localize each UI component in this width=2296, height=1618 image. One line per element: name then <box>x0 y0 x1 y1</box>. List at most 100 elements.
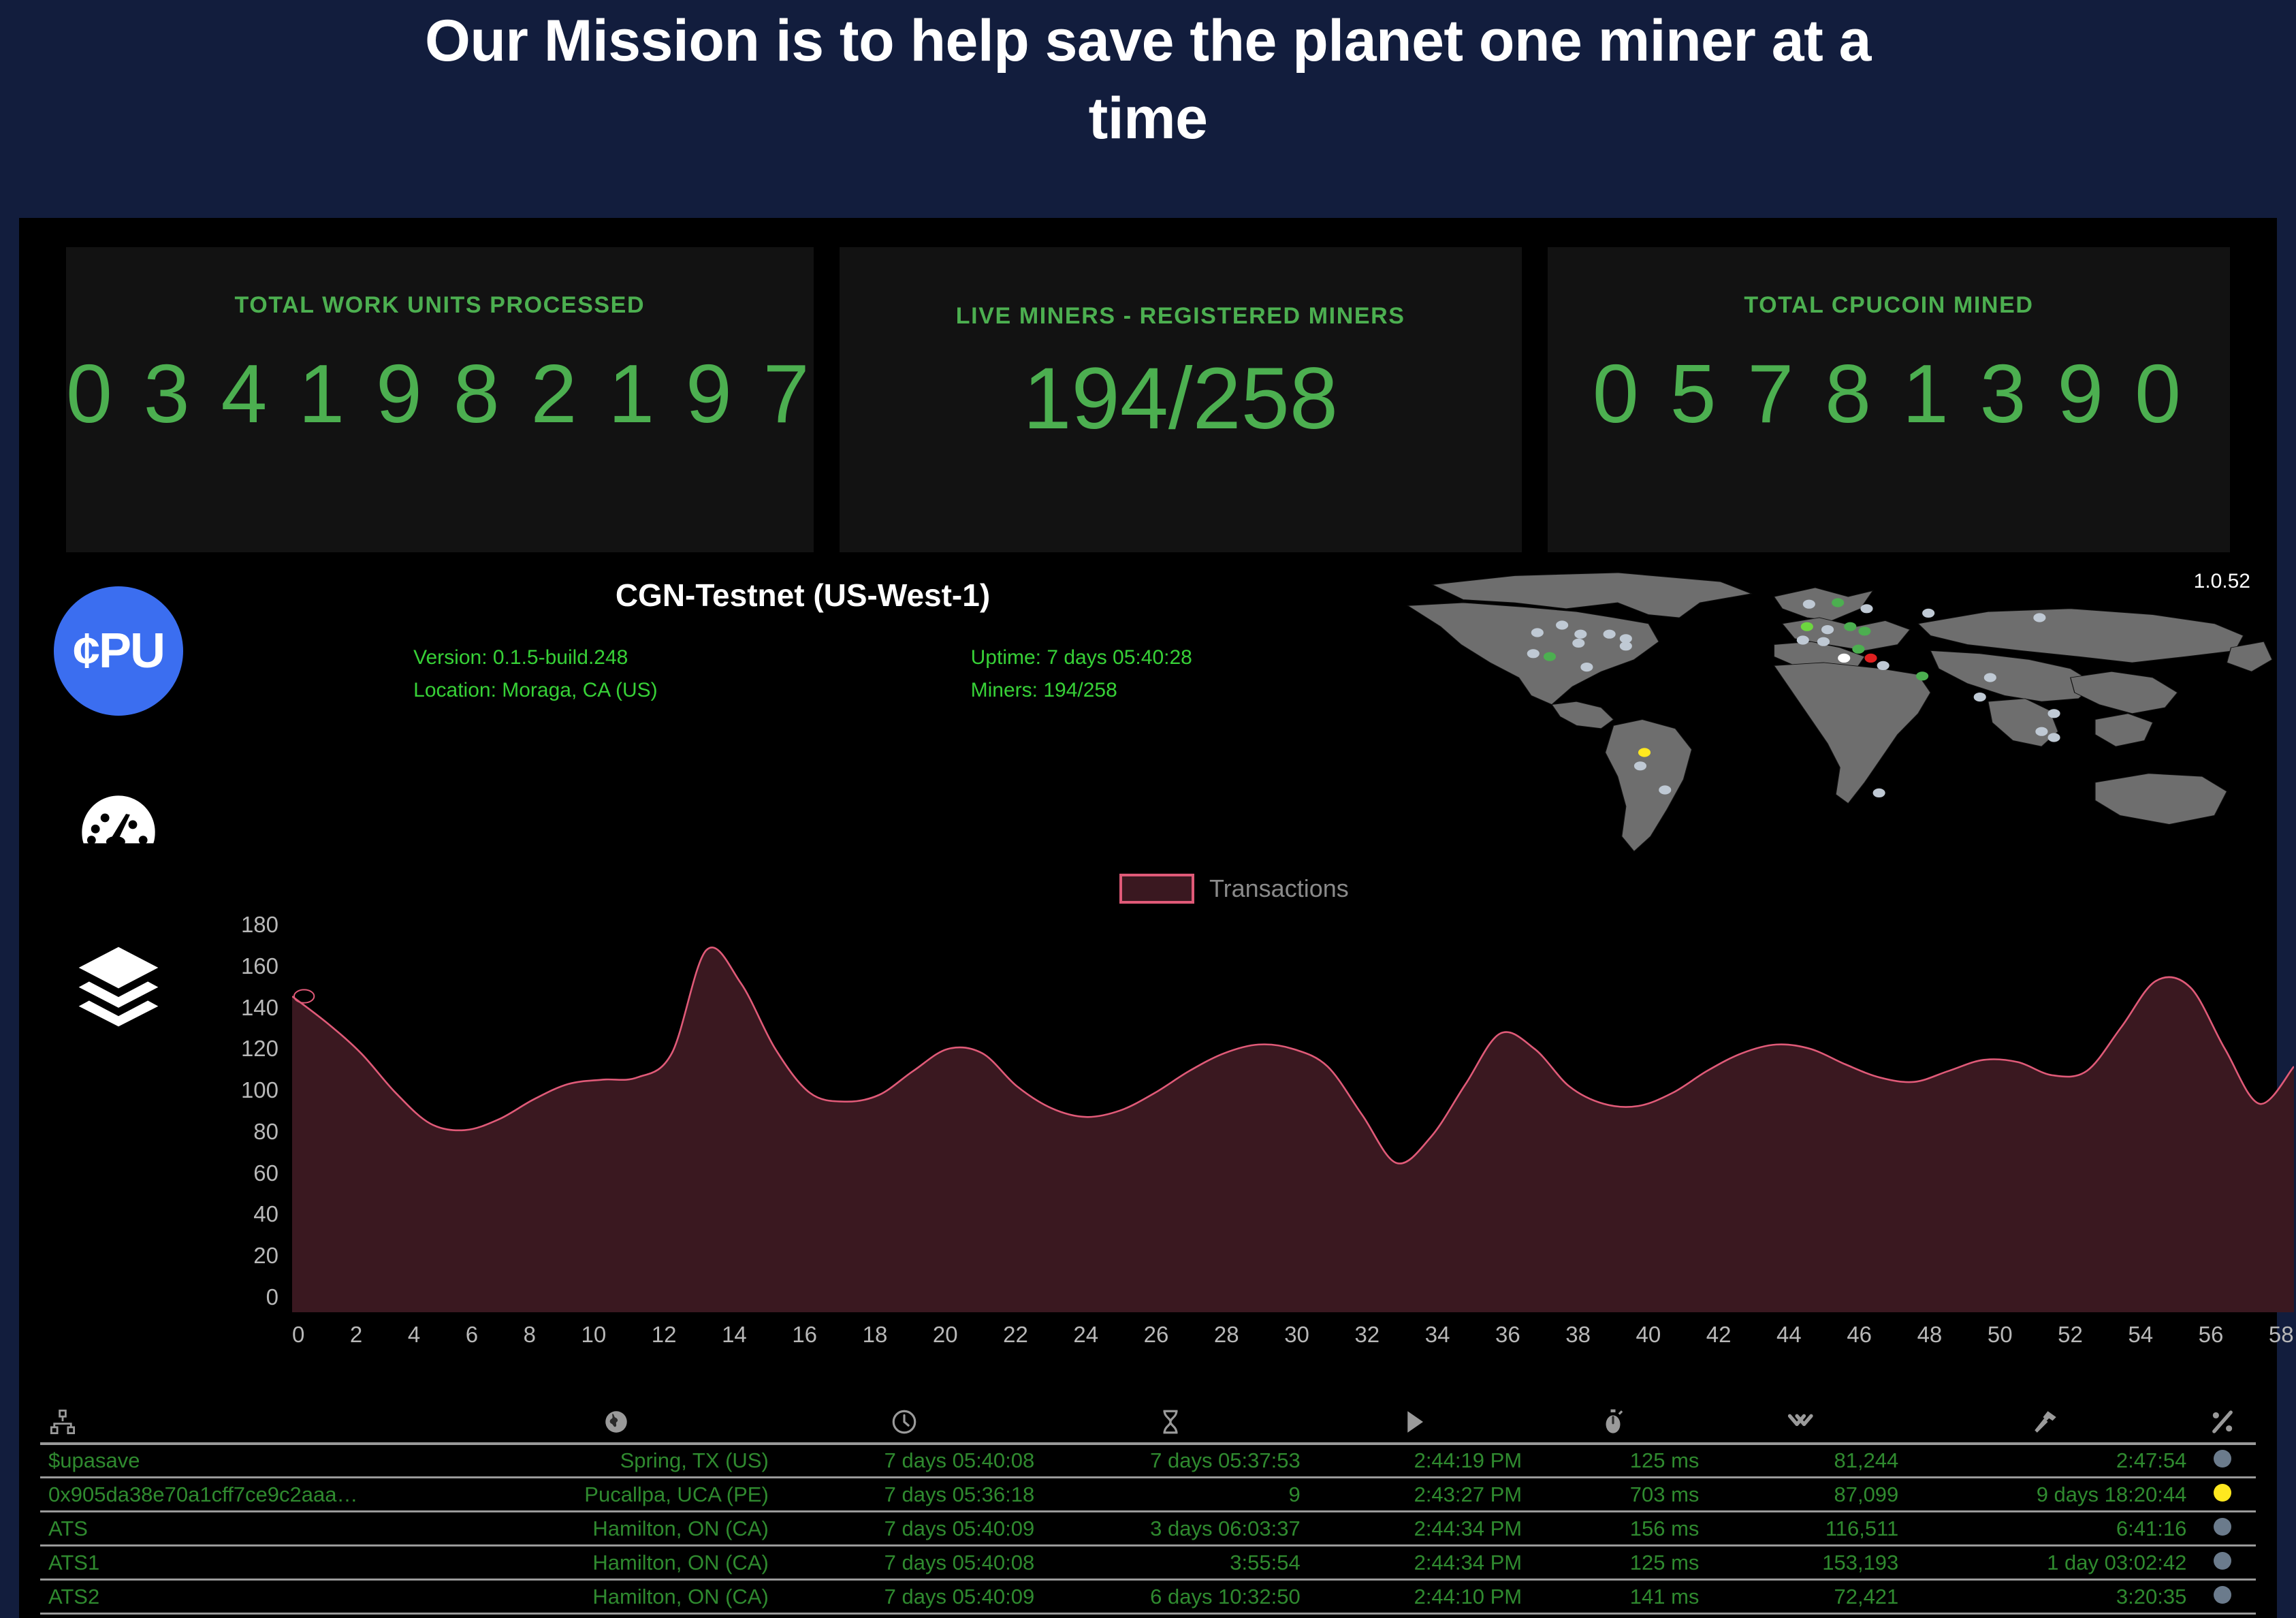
column-header-location[interactable] <box>461 1401 771 1445</box>
stat-label: TOTAL WORK UNITS PROCESSED <box>234 292 645 318</box>
column-header-started[interactable] <box>1303 1401 1525 1445</box>
cell-location: Hamilton, ON (CA) <box>461 1511 771 1546</box>
cell-status <box>2189 1511 2256 1546</box>
cell-work-units: 153,193 <box>1702 1545 1902 1581</box>
x-tick: 40 <box>1636 1322 1661 1347</box>
cell-location: Pucallpa, UCA (PE) <box>461 1477 771 1512</box>
clock-icon <box>892 1410 916 1433</box>
cell-last-mined: 1 day 03:02:42 <box>1901 1545 2190 1581</box>
x-tick: 20 <box>932 1322 958 1347</box>
cell-location: Spring, TX (US) <box>461 1443 771 1478</box>
column-header-name[interactable] <box>40 1401 462 1445</box>
cell-latency: 703 ms <box>1525 1477 1702 1512</box>
cell-uptime: 7 days 05:40:09 <box>771 1511 1038 1546</box>
y-tick: 40 <box>253 1201 278 1227</box>
cell-work-units: 81,244 <box>1702 1443 1902 1478</box>
x-tick: 36 <box>1495 1322 1520 1347</box>
cell-status <box>2189 1579 2256 1615</box>
table-row[interactable]: ATS1 Hamilton, ON (CA) 7 days 05:40:08 3:55… <box>40 1545 2256 1581</box>
column-header-task-time[interactable] <box>1037 1401 1303 1445</box>
miners-table[interactable]: $upasave Spring, TX (US) 7 days 05:40:08 7 … <box>20 1401 2276 1615</box>
status-badge <box>2214 1551 2232 1570</box>
chart-area-fill <box>292 947 2294 1312</box>
cell-task-time: 3:55:54 <box>1037 1545 1303 1581</box>
y-tick: 0 <box>266 1284 278 1310</box>
cell-task-time: 6 days 10:32:50 <box>1037 1579 1303 1615</box>
x-tick: 42 <box>1706 1322 1732 1347</box>
column-header-uptime[interactable] <box>771 1401 1038 1445</box>
y-tick: 160 <box>240 953 278 979</box>
map-landmasses <box>1406 572 2273 852</box>
column-header-work-units[interactable] <box>1702 1401 1902 1445</box>
stat-card-live-miners: LIVE MINERS - REGISTERED MINERS 194/258 <box>839 247 1522 552</box>
column-header-latency[interactable] <box>1525 1401 1702 1445</box>
x-tick: 50 <box>1987 1322 2013 1347</box>
x-tick: 16 <box>792 1322 818 1347</box>
node-meta: Version: 0.1.5-build.248 Location: Morag… <box>224 646 1382 702</box>
cell-status <box>2189 1477 2256 1512</box>
cell-last-mined: 6:41:16 <box>1901 1511 2190 1546</box>
hero-banner: Our Mission is to help save the planet o… <box>0 0 2296 218</box>
cell-latency: 125 ms <box>1525 1545 1702 1581</box>
status-badge <box>2214 1449 2232 1468</box>
table-row[interactable]: 0x905da38e70a1cff7ce9c2aaa… Pucallpa, UCA… <box>40 1477 2256 1512</box>
cell-name: $upasave <box>40 1443 462 1478</box>
x-tick: 30 <box>1284 1322 1309 1347</box>
x-tick: 24 <box>1073 1322 1099 1347</box>
x-tick: 52 <box>2058 1322 2083 1347</box>
stat-value: 0 5 7 8 1 3 9 0 <box>1592 347 2185 440</box>
x-tick: 38 <box>1565 1322 1591 1347</box>
status-badge <box>2214 1517 2232 1536</box>
y-tick: 80 <box>253 1118 278 1144</box>
double-check-icon <box>1787 1414 1813 1426</box>
cell-location: Hamilton, ON (CA) <box>461 1579 771 1615</box>
dashboard-body: ¢PU CGN-Testnet (US-West-1) Version: 0.1… <box>20 552 2294 1615</box>
legend-swatch <box>1119 874 1194 904</box>
cpu-coin-logo-icon[interactable]: ¢PU <box>54 586 183 716</box>
cell-latency: 125 ms <box>1525 1443 1702 1478</box>
x-tick: 48 <box>1917 1322 1943 1347</box>
y-tick: 140 <box>240 994 278 1020</box>
network-node-icon <box>50 1409 76 1434</box>
stat-cards: TOTAL WORK UNITS PROCESSED 0 3 4 1 9 8 2… <box>20 219 2276 552</box>
table-row[interactable]: $upasave Spring, TX (US) 7 days 05:40:08 7 … <box>40 1443 2256 1478</box>
x-tick: 56 <box>2198 1322 2224 1347</box>
cell-status <box>2189 1443 2256 1478</box>
chart-start-marker <box>294 989 314 1002</box>
y-tick: 180 <box>240 912 278 937</box>
y-tick: 120 <box>240 1036 278 1062</box>
table-header <box>40 1401 2256 1445</box>
status-badge <box>2214 1585 2232 1604</box>
play-icon <box>1407 1410 1424 1433</box>
stat-card-work-units: TOTAL WORK UNITS PROCESSED 0 3 4 1 9 8 2… <box>66 247 814 552</box>
cell-work-units: 72,421 <box>1702 1579 1902 1615</box>
cell-uptime: 7 days 05:36:18 <box>771 1477 1038 1512</box>
map-version-badge: 1.0.52 <box>2193 570 2250 592</box>
column-header-status[interactable] <box>2189 1401 2256 1445</box>
column-header-last-mined[interactable] <box>1901 1401 2190 1445</box>
world-map-svg <box>1406 572 2273 852</box>
globe-icon <box>605 1410 627 1433</box>
logo-text: ¢PU <box>72 624 165 678</box>
cell-task-time: 3 days 06:03:37 <box>1037 1511 1303 1546</box>
node-location: Location: Moraga, CA (US) <box>413 679 658 701</box>
cell-task-time: 7 days 05:37:53 <box>1037 1443 1303 1478</box>
table-row[interactable]: ATS2 Hamilton, ON (CA) 7 days 05:40:09 6 da… <box>40 1579 2256 1615</box>
cell-started: 2:43:27 PM <box>1303 1477 1525 1512</box>
x-tick: 26 <box>1143 1322 1169 1347</box>
dashboard-panel: TOTAL WORK UNITS PROCESSED 0 3 4 1 9 8 2… <box>19 218 2294 1618</box>
node-title: CGN-Testnet (US-West-1) <box>615 577 991 613</box>
cell-status <box>2189 1545 2256 1581</box>
x-tick: 32 <box>1354 1322 1380 1347</box>
hammer-icon <box>2035 1410 2056 1433</box>
transactions-chart: Transactions 180 160 140 120 100 80 60 40 20 0 0 2… <box>20 860 2294 1347</box>
cell-latency: 141 ms <box>1525 1579 1702 1615</box>
x-tick: 12 <box>651 1322 677 1347</box>
world-map[interactable]: 1.0.52 <box>1371 558 2276 857</box>
chart-y-axis: 180 160 140 120 100 80 60 40 20 0 <box>197 913 278 1308</box>
y-tick: 60 <box>253 1160 278 1186</box>
chart-legend[interactable]: Transactions <box>1119 874 1349 904</box>
table-row[interactable]: ATS Hamilton, ON (CA) 7 days 05:40:09 3 day… <box>40 1511 2256 1546</box>
x-tick: 4 <box>407 1322 421 1347</box>
cell-work-units: 116,511 <box>1702 1511 1902 1546</box>
